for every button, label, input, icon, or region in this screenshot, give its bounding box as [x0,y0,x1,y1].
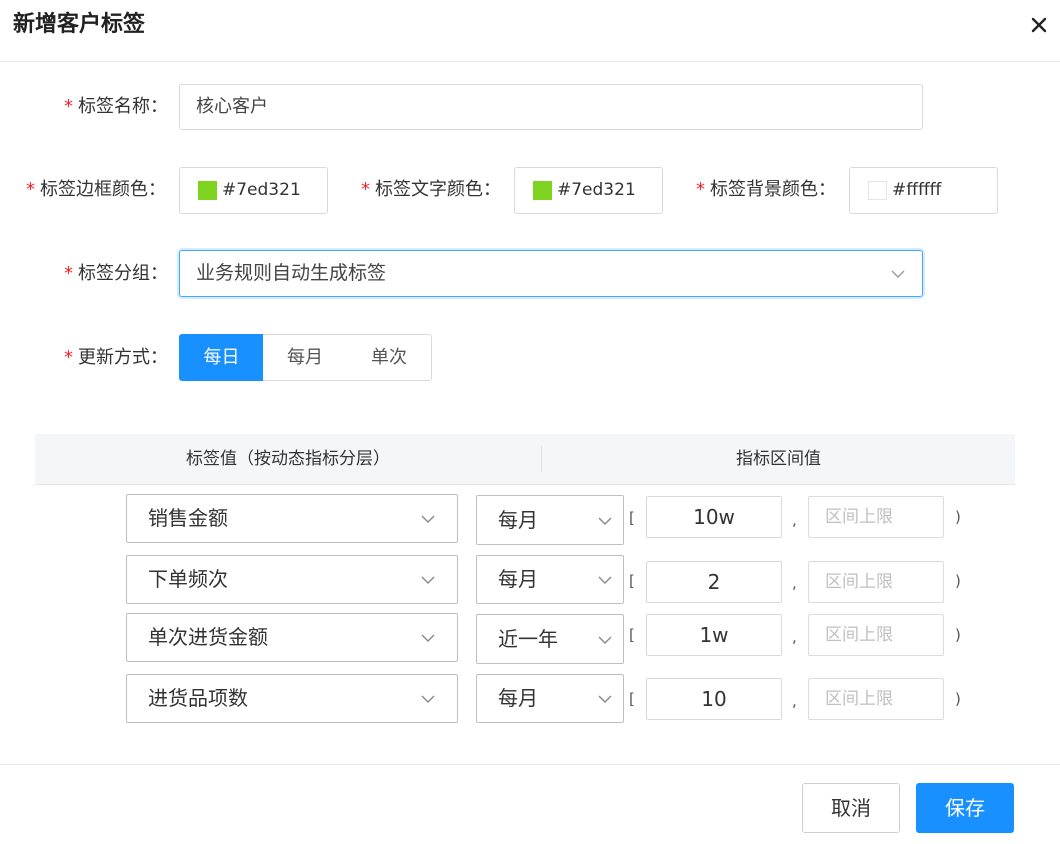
upper-bound-input[interactable]: 区间上限 [808,561,944,603]
chevron-down-icon [421,634,435,642]
chevron-down-icon [421,695,435,703]
metric-select[interactable]: 进货品项数 [126,674,458,723]
tag-group-value: 业务规则自动生成标签 [196,262,387,284]
upper-bound-input[interactable]: 区间上限 [808,496,944,538]
tag-group-select[interactable]: 业务规则自动生成标签 [179,250,923,297]
upper-bound-input[interactable]: 区间上限 [808,614,944,656]
separator: , [792,692,797,710]
required-mark: * [64,263,73,284]
upper-bound-input[interactable]: 区间上限 [808,678,944,720]
chevron-down-icon [421,515,435,523]
close-bracket: ) [955,626,961,644]
tag-name-input[interactable]: 核心客户 [179,84,923,130]
open-bracket: [ [629,509,635,527]
chevron-down-icon [421,576,435,584]
update-method-label: * 更新方式： [64,347,168,368]
border-color-label: * 标签边框颜色： [26,179,166,200]
bg-color-value: #ffffff [892,180,942,200]
tag-group-label: * 标签分组： [64,263,168,284]
metric-select[interactable]: 销售金额 [126,494,458,543]
chevron-down-icon [598,695,612,703]
required-mark: * [696,179,705,200]
required-mark: * [64,347,73,368]
period-select[interactable]: 每月 [476,495,624,545]
bg-color-picker[interactable]: #ffffff [849,167,998,214]
required-mark: * [26,179,35,200]
period-select[interactable]: 每月 [476,674,624,723]
border-color-picker[interactable]: #7ed321 [179,167,328,214]
metric-select[interactable]: 下单频次 [126,555,458,604]
table-header: 标签值（按动态指标分层） 指标区间值 [35,434,1015,485]
separator: , [792,511,797,529]
required-mark: * [64,96,73,117]
close-icon[interactable] [1026,12,1052,38]
text-color-picker[interactable]: #7ed321 [514,167,663,214]
chevron-down-icon [891,270,905,278]
text-color-label: * 标签文字颜色： [361,179,501,200]
lower-bound-input[interactable]: 10 [646,678,782,720]
lower-bound-input[interactable]: 2 [646,561,782,603]
open-bracket: [ [629,572,635,590]
footer-divider [0,764,1060,765]
separator: , [792,628,797,646]
required-mark: * [361,179,370,200]
dialog-title: 新增客户标签 [13,12,146,37]
chevron-down-icon [598,517,612,525]
chevron-down-icon [598,636,612,644]
border-color-value: #7ed321 [222,180,301,200]
bg-color-swatch [868,181,887,200]
header-range-value: 指标区间值 [736,449,821,469]
dialog-header: 新增客户标签 [0,0,1060,62]
period-select[interactable]: 近一年 [476,614,624,664]
save-button[interactable]: 保存 [916,783,1014,833]
chevron-down-icon [598,576,612,584]
header-tag-value: 标签值（按动态指标分层） [186,449,390,469]
tag-name-label: * 标签名称： [64,96,168,117]
update-option-monthly[interactable]: 每月 [263,334,348,381]
open-bracket: [ [629,626,635,644]
open-bracket: [ [629,690,635,708]
lower-bound-input[interactable]: 10w [646,496,782,538]
lower-bound-input[interactable]: 1w [646,614,782,656]
bg-color-label: * 标签背景颜色： [696,179,836,200]
update-option-once[interactable]: 单次 [347,334,432,381]
text-color-value: #7ed321 [557,180,636,200]
metric-select[interactable]: 单次进货金额 [126,613,458,662]
update-option-daily[interactable]: 每日 [179,334,264,381]
border-color-swatch [198,181,217,200]
close-bracket: ) [955,572,961,590]
text-color-swatch [533,181,552,200]
cancel-button[interactable]: 取消 [802,783,900,833]
period-select[interactable]: 每月 [476,555,624,604]
close-bracket: ) [955,690,961,708]
separator: , [792,574,797,592]
close-bracket: ) [955,508,961,526]
